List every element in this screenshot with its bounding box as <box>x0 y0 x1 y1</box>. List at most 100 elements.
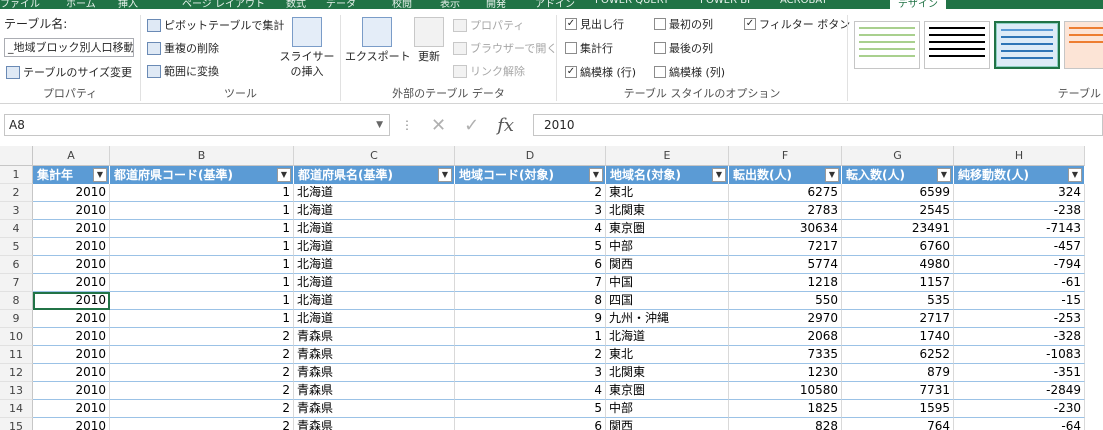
row-header[interactable]: 15 <box>0 418 33 430</box>
table-cell[interactable]: 1 <box>110 220 294 238</box>
table-cell[interactable]: 北海道 <box>294 310 455 328</box>
table-cell[interactable]: 四国 <box>606 292 729 310</box>
export-button[interactable]: エクスポート <box>345 17 411 64</box>
tab-8[interactable]: 開発 <box>486 0 506 9</box>
table-cell[interactable]: 1157 <box>842 274 954 292</box>
table-header-cell[interactable]: 地域コード(対象) ▼ <box>455 166 606 184</box>
table-cell[interactable]: 4 <box>455 382 606 400</box>
table-cell[interactable]: 青森県 <box>294 364 455 382</box>
table-header-cell[interactable]: 都道府県名(基準) ▼ <box>294 166 455 184</box>
filter-dropdown-icon[interactable]: ▼ <box>438 168 452 182</box>
table-header-cell[interactable]: 地域名(対象) ▼ <box>606 166 729 184</box>
table-cell[interactable]: 北海道 <box>294 238 455 256</box>
table-cell[interactable]: -15 <box>954 292 1085 310</box>
column-header-e[interactable]: E <box>606 146 729 166</box>
table-cell[interactable]: 2 <box>455 184 606 202</box>
row-header[interactable]: 13 <box>0 382 33 400</box>
tab-10[interactable]: POWER QUERY <box>595 0 669 6</box>
table-cell[interactable]: 1230 <box>729 364 842 382</box>
row-header[interactable]: 10 <box>0 328 33 346</box>
table-header-cell[interactable]: 転入数(人) ▼ <box>842 166 954 184</box>
table-header-cell[interactable]: 純移動数(人) ▼ <box>954 166 1085 184</box>
table-cell[interactable]: 535 <box>842 292 954 310</box>
table-cell[interactable]: 東京圏 <box>606 382 729 400</box>
table-style-orange[interactable] <box>1064 21 1103 69</box>
table-cell[interactable]: 879 <box>842 364 954 382</box>
table-cell[interactable]: 1595 <box>842 400 954 418</box>
table-name-input[interactable]: _地域ブロック別人口移動 <box>4 38 134 57</box>
table-cell[interactable]: -794 <box>954 256 1085 274</box>
table-cell[interactable]: 2 <box>455 346 606 364</box>
filter-dropdown-icon[interactable]: ▼ <box>589 168 603 182</box>
table-cell[interactable]: 中国 <box>606 274 729 292</box>
table-header-cell[interactable]: 転出数(人) ▼ <box>729 166 842 184</box>
table-cell[interactable]: 北海道 <box>294 256 455 274</box>
table-cell[interactable]: 8 <box>455 292 606 310</box>
table-cell[interactable]: -328 <box>954 328 1085 346</box>
table-cell[interactable]: 3 <box>455 364 606 382</box>
check-icon[interactable]: ✓ <box>464 115 479 136</box>
table-cell[interactable]: 6275 <box>729 184 842 202</box>
table-cell[interactable]: 関西 <box>606 418 729 430</box>
banded-columns-checkbox[interactable]: 縞模様 (列) <box>654 64 725 80</box>
row-header[interactable]: 2 <box>0 184 33 202</box>
table-cell[interactable]: 23491 <box>842 220 954 238</box>
first-column-checkbox[interactable]: 最初の列 <box>654 16 713 32</box>
tab-12[interactable]: ACROBAT <box>780 0 828 6</box>
table-cell[interactable]: -253 <box>954 310 1085 328</box>
table-cell[interactable]: 7 <box>455 274 606 292</box>
table-cell[interactable]: 2010 <box>33 418 110 430</box>
table-cell[interactable]: 1 <box>110 292 294 310</box>
table-cell[interactable]: 6252 <box>842 346 954 364</box>
table-cell[interactable]: 北海道 <box>294 220 455 238</box>
tab-2[interactable]: 挿入 <box>118 0 138 9</box>
table-cell[interactable]: 九州・沖縄 <box>606 310 729 328</box>
filter-dropdown-icon[interactable]: ▼ <box>825 168 839 182</box>
tab-11[interactable]: POWER BI <box>700 0 750 6</box>
tab-6[interactable]: 校閲 <box>392 0 412 9</box>
table-cell[interactable]: -2849 <box>954 382 1085 400</box>
table-cell[interactable]: 青森県 <box>294 418 455 430</box>
tab-5[interactable]: データ <box>326 0 356 9</box>
row-header[interactable]: 11 <box>0 346 33 364</box>
unlink-button[interactable]: リンク解除 <box>453 63 525 79</box>
table-cell[interactable]: 3 <box>455 202 606 220</box>
table-cell[interactable]: 2970 <box>729 310 842 328</box>
refresh-button[interactable]: 更新 <box>411 17 447 64</box>
table-cell[interactable]: 4980 <box>842 256 954 274</box>
table-cell[interactable]: -64 <box>954 418 1085 430</box>
table-cell[interactable]: 1 <box>110 256 294 274</box>
table-cell[interactable]: 青森県 <box>294 382 455 400</box>
table-cell[interactable]: 2 <box>110 400 294 418</box>
table-cell[interactable]: 2 <box>110 418 294 430</box>
table-cell[interactable]: 7217 <box>729 238 842 256</box>
table-cell[interactable]: 5 <box>455 238 606 256</box>
table-cell[interactable]: 北関東 <box>606 202 729 220</box>
table-cell[interactable]: 1 <box>110 184 294 202</box>
fx-icon[interactable]: fx <box>497 115 514 136</box>
formula-input[interactable]: 2010 <box>533 114 1103 136</box>
filter-dropdown-icon[interactable]: ▼ <box>277 168 291 182</box>
table-cell[interactable]: -351 <box>954 364 1085 382</box>
table-cell[interactable]: 青森県 <box>294 346 455 364</box>
tab-7[interactable]: 表示 <box>440 0 460 9</box>
remove-duplicates-button[interactable]: 重複の削除 <box>147 40 219 56</box>
table-cell[interactable]: 2068 <box>729 328 842 346</box>
column-header-c[interactable]: C <box>294 146 455 166</box>
row-header[interactable]: 3 <box>0 202 33 220</box>
tab-1[interactable]: ホーム <box>66 0 96 9</box>
column-header-d[interactable]: D <box>455 146 606 166</box>
table-cell[interactable]: 1 <box>110 202 294 220</box>
table-cell[interactable]: -457 <box>954 238 1085 256</box>
banded-rows-checkbox[interactable]: ✓ 縞模様 (行) <box>565 64 636 80</box>
table-cell[interactable]: 1 <box>110 274 294 292</box>
table-cell[interactable]: 764 <box>842 418 954 430</box>
table-cell[interactable]: 2545 <box>842 202 954 220</box>
row-header[interactable]: 4 <box>0 220 33 238</box>
filter-dropdown-icon[interactable]: ▼ <box>1068 168 1082 182</box>
table-cell[interactable]: 東京圏 <box>606 220 729 238</box>
column-header-h[interactable]: H <box>954 146 1085 166</box>
header-row-checkbox[interactable]: ✓ 見出し行 <box>565 16 624 32</box>
table-cell[interactable]: 7731 <box>842 382 954 400</box>
table-cell[interactable]: 2010 <box>33 292 110 310</box>
